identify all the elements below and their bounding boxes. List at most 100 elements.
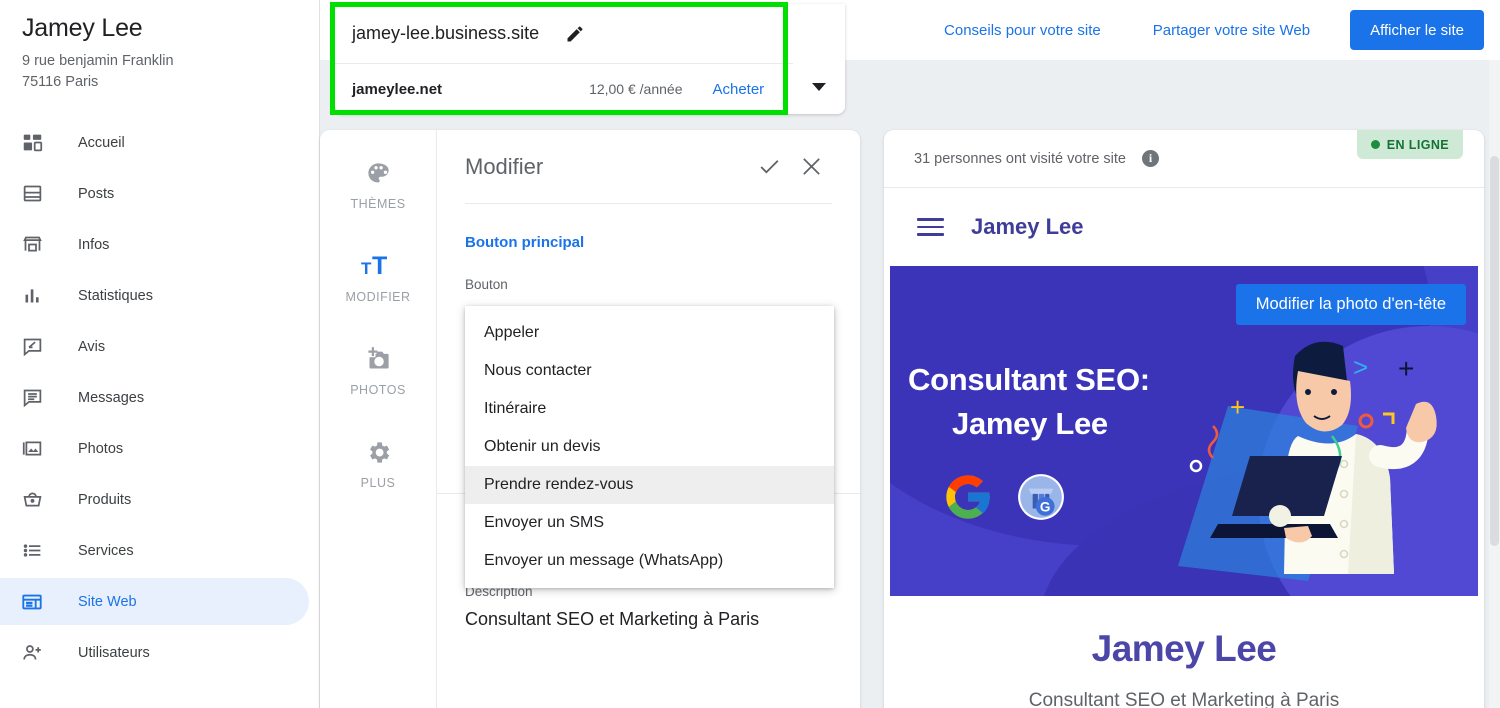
basket-icon: [18, 486, 46, 514]
business-name: Jamey Lee: [22, 14, 143, 42]
sidebar-item-label: Messages: [78, 389, 145, 406]
main-button-section-link[interactable]: Bouton principal: [465, 234, 832, 251]
current-domain-row[interactable]: jamey-lee.business.site: [335, 4, 845, 64]
menu-item-prendre-rendez-vous[interactable]: Prendre rendez-vous: [465, 466, 834, 504]
preview-footer: Jamey Lee Consultant SEO et Marketing à …: [884, 596, 1484, 708]
sidebar-nav: Accueil Posts Infos Statistiques Avis Me…: [0, 119, 319, 676]
info-icon[interactable]: i: [1141, 150, 1159, 167]
visitor-count-text: 31 personnes ont visité votre site: [914, 150, 1126, 167]
sidebar-item-produits[interactable]: Produits: [0, 476, 309, 523]
bar-chart-icon: [18, 282, 46, 310]
hero-illustration: + > +: [1178, 341, 1437, 581]
preview-site-brand: Jamey Lee: [971, 214, 1084, 239]
rail-item-photos[interactable]: PHOTOS: [320, 338, 436, 397]
page-scrollbar-track[interactable]: [1489, 60, 1500, 708]
preview-hero-banner: Consultant SEO: Jamey Lee G + > + Modifi…: [890, 266, 1478, 596]
sidebar-item-label: Statistiques: [78, 287, 153, 304]
pencil-icon[interactable]: [565, 24, 585, 44]
sidebar-item-label: Utilisateurs: [78, 644, 150, 661]
hero-heading-line-2: Jamey Lee: [952, 406, 1108, 441]
sidebar-item-photos[interactable]: Photos: [0, 425, 309, 472]
chevron-down-icon: [812, 83, 826, 91]
app-root: Jamey Lee 9 rue benjamin Franklin 75116 …: [0, 0, 1500, 708]
svg-text:+: +: [1398, 353, 1414, 384]
sidebar-item-label: Infos: [78, 236, 110, 253]
dashboard-icon: [18, 129, 46, 157]
rail-item-label: MODIFIER: [345, 290, 411, 304]
sidebar-item-messages[interactable]: Messages: [0, 374, 309, 421]
sidebar-item-infos[interactable]: Infos: [0, 221, 309, 268]
button-type-dropdown-menu: Appeler Nous contacter Itinéraire Obteni…: [465, 306, 834, 588]
page-scrollbar-thumb[interactable]: [1490, 156, 1499, 546]
messages-icon: [18, 384, 46, 412]
hamburger-icon[interactable]: [917, 218, 944, 236]
text-format-icon: TT: [361, 245, 395, 287]
photo-icon: [18, 435, 46, 463]
preview-site-nav: Jamey Lee: [884, 188, 1484, 266]
hero-heading-line-1: Consultant SEO:: [908, 362, 1150, 397]
site-tips-link[interactable]: Conseils pour votre site: [918, 22, 1127, 39]
rail-item-plus[interactable]: PLUS: [320, 431, 436, 490]
svg-text:>: >: [1353, 352, 1368, 382]
rail-item-themes[interactable]: THÈMES: [320, 152, 436, 211]
sidebar-item-label: Produits: [78, 491, 132, 508]
menu-item-itineraire[interactable]: Itinéraire: [465, 390, 834, 428]
check-icon[interactable]: [748, 146, 790, 188]
menu-item-appeler[interactable]: Appeler: [465, 314, 834, 352]
rail-item-label: PLUS: [360, 476, 396, 490]
status-badge-label: EN LIGNE: [1386, 137, 1449, 152]
hero-logos: G: [942, 471, 1066, 528]
hero-heading: Consultant SEO: Jamey Lee: [908, 358, 1150, 446]
sidebar-item-statistiques[interactable]: Statistiques: [0, 272, 309, 319]
button-field-label: Bouton: [465, 277, 508, 292]
sidebar-item-avis[interactable]: Avis: [0, 323, 309, 370]
add-user-icon: [18, 639, 46, 667]
view-site-button[interactable]: Afficher le site: [1350, 10, 1484, 50]
alt-domain-name: jameylee.net: [352, 80, 443, 98]
rail-item-modifier[interactable]: TT MODIFIER: [320, 245, 436, 304]
menu-item-nous-contacter[interactable]: Nous contacter: [465, 352, 834, 390]
alt-domain-price: 12,00 € /année: [589, 81, 683, 97]
list-icon: [18, 537, 46, 565]
sidebar-item-label: Services: [78, 542, 134, 559]
alt-domain-row: jameylee.net 12,00 € /année Acheter: [335, 64, 845, 114]
svg-text:+: +: [1230, 392, 1245, 422]
description-field-value[interactable]: Consultant SEO et Marketing à Paris: [465, 599, 832, 639]
rail-item-label: PHOTOS: [350, 383, 406, 397]
top-bar-actions: Conseils pour votre site Partager votre …: [918, 0, 1484, 60]
editor-header: Modifier: [465, 130, 832, 204]
sidebar-item-label: Accueil: [78, 134, 125, 151]
sidebar-item-accueil[interactable]: Accueil: [0, 119, 309, 166]
sidebar-item-posts[interactable]: Posts: [0, 170, 309, 217]
add-photo-icon: [364, 338, 393, 380]
google-my-business-icon: G: [1016, 472, 1066, 527]
posts-icon: [18, 180, 46, 208]
sidebar-item-utilisateurs[interactable]: Utilisateurs: [0, 629, 309, 676]
svg-text:T: T: [372, 252, 387, 280]
editor-title: Modifier: [465, 153, 544, 179]
palette-icon: [365, 152, 392, 194]
buy-domain-button[interactable]: Acheter: [712, 81, 764, 98]
share-website-link[interactable]: Partager votre site Web: [1127, 22, 1336, 39]
editor-rail: THÈMES TT MODIFIER PHOTOS PLUS: [320, 130, 437, 708]
preview-footer-name: Jamey Lee: [1091, 628, 1277, 669]
sidebar-item-site-web[interactable]: Site Web: [0, 578, 309, 625]
store-icon: [18, 231, 46, 259]
review-icon: [18, 333, 46, 361]
menu-item-envoyer-un-message-whatsapp[interactable]: Envoyer un message (WhatsApp): [465, 542, 834, 580]
close-icon[interactable]: [790, 146, 832, 188]
online-dot-icon: [1370, 140, 1380, 149]
svg-text:T: T: [361, 259, 372, 278]
domain-card: jamey-lee.business.site jameylee.net 12,…: [335, 4, 845, 114]
domain-expand-button[interactable]: [793, 62, 845, 114]
gear-icon: [365, 431, 392, 473]
svg-text:G: G: [1040, 500, 1051, 515]
business-address: 9 rue benjamin Franklin 75116 Paris: [0, 43, 319, 93]
left-sidebar: Jamey Lee 9 rue benjamin Franklin 75116 …: [0, 0, 320, 708]
edit-header-photo-button[interactable]: Modifier la photo d'en-tête: [1235, 284, 1466, 325]
menu-item-obtenir-un-devis[interactable]: Obtenir un devis: [465, 428, 834, 466]
menu-item-envoyer-un-sms[interactable]: Envoyer un SMS: [465, 504, 834, 542]
sidebar-item-services[interactable]: Services: [0, 527, 309, 574]
site-preview-panel: 31 personnes ont visité votre site i EN …: [884, 130, 1484, 708]
website-icon: [18, 588, 46, 616]
